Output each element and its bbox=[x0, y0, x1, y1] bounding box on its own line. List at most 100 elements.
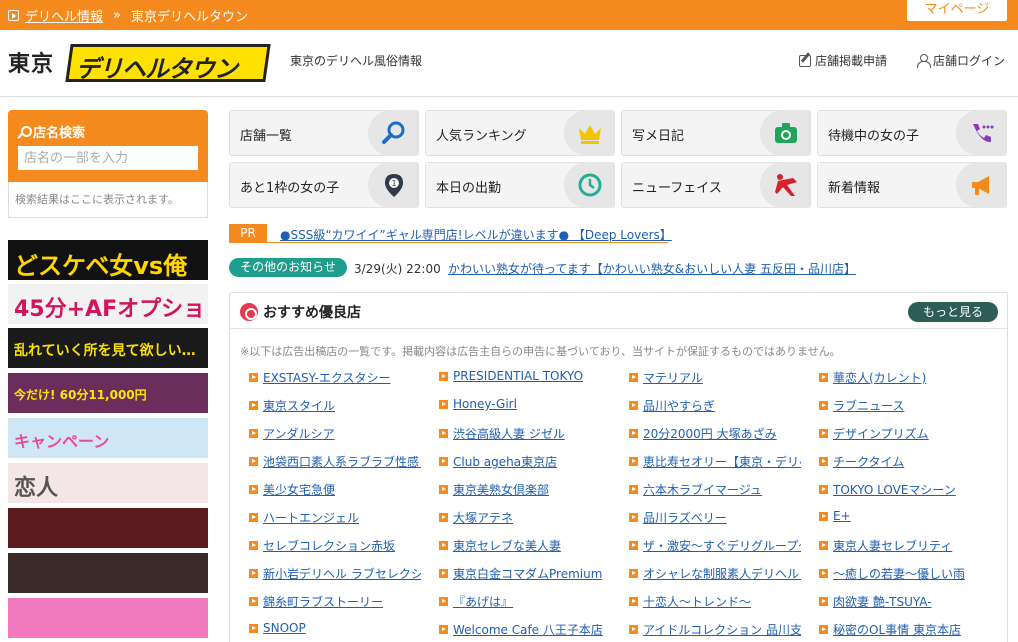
ad-banner[interactable]: どスケベ女vs俺 bbox=[8, 240, 208, 280]
store-link[interactable]: 錦糸町ラブストーリー bbox=[249, 593, 421, 610]
recommended-title: おすすめ優良店 bbox=[240, 302, 361, 322]
store-link[interactable]: オシャレな制服素人デリヘル J bbox=[629, 565, 801, 582]
store-link[interactable]: 東京白金コマダムPremium bbox=[439, 565, 611, 582]
ad-banner[interactable]: 乱れていく所を見て欲しい… bbox=[8, 328, 208, 368]
arrow-icon bbox=[249, 623, 258, 633]
arrow-icon bbox=[629, 401, 638, 410]
store-name: 六本木ラブイマージュ bbox=[643, 483, 762, 497]
store-link[interactable]: 十恋人～トレンド～ bbox=[629, 593, 801, 610]
store-link[interactable]: アイドルコレクション 品川支店 bbox=[629, 621, 801, 638]
site-logo[interactable]: デリヘルタウン bbox=[64, 38, 271, 88]
arrow-icon bbox=[819, 485, 828, 494]
store-link[interactable]: ～癒しの若妻～優しい雨 bbox=[819, 565, 991, 582]
menu-item-label: 本日の出勤 bbox=[436, 181, 502, 196]
store-link[interactable]: 渋谷高級人妻 ジゼル bbox=[439, 425, 611, 442]
store-register-label: 店舗掲載申請 bbox=[815, 54, 888, 68]
arrow-icon bbox=[249, 457, 258, 466]
store-link[interactable]: 品川ラズベリー bbox=[629, 509, 801, 526]
ad-banner-text: 乱れていく所を見て欲しい… bbox=[14, 342, 196, 359]
clock-icon bbox=[577, 172, 603, 198]
store-link[interactable]: ハートエンジェル bbox=[249, 509, 421, 526]
ad-banner-text: どスケベ女vs俺 bbox=[14, 251, 188, 280]
top-bar: デリヘル情報 » 東京デリヘルタウン マイページ bbox=[0, 0, 1018, 30]
menu-item[interactable]: 新着情報 bbox=[817, 162, 1007, 208]
menu-item[interactable]: 本日の出勤 bbox=[425, 162, 615, 208]
ad-banner[interactable]: 45分+AFオプション bbox=[8, 284, 208, 324]
store-name: Honey-Girl bbox=[453, 397, 517, 411]
store-link[interactable]: 東京人妻セレブリティ bbox=[819, 537, 991, 554]
store-link[interactable]: 東京セレブな美人妻 bbox=[439, 537, 611, 554]
store-link[interactable]: 大塚アテネ bbox=[439, 509, 611, 526]
arrow-icon bbox=[629, 541, 638, 550]
arrow-icon bbox=[629, 513, 638, 522]
store-link[interactable]: 品川やすらぎ bbox=[629, 397, 801, 414]
more-button[interactable]: もっと見る bbox=[908, 302, 998, 322]
store-link[interactable]: Welcome Cafe 八王子本店 bbox=[439, 621, 611, 638]
arrow-icon bbox=[819, 625, 828, 634]
pr-link[interactable]: ●SSS級“カワイイ”ギャル専門店!レベルが違います● 【Deep Lovers… bbox=[280, 226, 672, 243]
shop-search-panel: 店名検索 bbox=[8, 110, 208, 182]
store-link[interactable]: 池袋西口素人系ラブラブ性感 I bbox=[249, 453, 421, 470]
store-link[interactable]: 20分2000円 大塚あざみ bbox=[629, 425, 801, 442]
store-link[interactable]: 秘密のOL事情 東京本店 bbox=[819, 621, 991, 638]
store-link[interactable]: 『あげは』 bbox=[439, 593, 611, 610]
menu-item[interactable]: 写メ日記 bbox=[621, 110, 811, 156]
store-register-link[interactable]: 店舗掲載申請 bbox=[799, 52, 887, 69]
store-link[interactable]: SNOOP bbox=[249, 621, 421, 635]
camera-icon bbox=[773, 120, 799, 146]
menu-item-label: 店舗一覧 bbox=[240, 129, 293, 144]
store-link[interactable]: 恵比寿セオリー【東京・デリヘ bbox=[629, 453, 801, 470]
mypage-button[interactable]: マイページ bbox=[906, 0, 1008, 22]
arrow-icon bbox=[819, 569, 828, 578]
store-name: 東京人妻セレブリティ bbox=[833, 539, 953, 553]
store-link[interactable]: チークタイム bbox=[819, 453, 991, 470]
store-link[interactable]: ラブニュース bbox=[819, 397, 991, 414]
arrow-icon bbox=[819, 457, 828, 466]
store-name: ～癒しの若妻～優しい雨 bbox=[833, 567, 966, 581]
ad-banner[interactable]: キャンペーン bbox=[8, 418, 208, 458]
shop-search-input[interactable] bbox=[18, 146, 198, 170]
store-link[interactable]: 華恋人(カレント) bbox=[819, 369, 991, 386]
ad-banner[interactable] bbox=[8, 598, 208, 638]
store-name: E+ bbox=[833, 509, 851, 523]
store-link[interactable]: E+ bbox=[819, 509, 991, 523]
menu-item[interactable]: あと1枠の女の子 1 bbox=[229, 162, 419, 208]
store-link[interactable]: TOKYO LOVEマシーン bbox=[819, 481, 991, 498]
store-link[interactable]: セレブコレクション赤坂 bbox=[249, 537, 421, 554]
store-link[interactable]: Honey-Girl bbox=[439, 397, 611, 411]
ad-banner[interactable]: 今だけ! 60分11,000円 bbox=[8, 373, 208, 413]
ad-banner[interactable] bbox=[8, 508, 208, 548]
store-link[interactable]: 東京スタイル bbox=[249, 397, 421, 414]
crown-icon bbox=[577, 120, 603, 146]
arrow-icon bbox=[439, 371, 448, 381]
menu-item[interactable]: ニューフェイス bbox=[621, 162, 811, 208]
menu-item[interactable]: 人気ランキング bbox=[425, 110, 615, 156]
header-divider bbox=[0, 96, 1018, 97]
store-link[interactable]: アンダルシア bbox=[249, 425, 421, 442]
store-name: TOKYO LOVEマシーン bbox=[833, 483, 956, 497]
notice-link[interactable]: かわいい熟女が待ってます【かわいい熟女&おいしい人妻 五反田・品川店】 bbox=[448, 260, 856, 277]
ad-banner[interactable] bbox=[8, 553, 208, 593]
store-link[interactable]: デザインプリズム bbox=[819, 425, 991, 442]
store-name: PRESIDENTIAL TOKYO bbox=[453, 369, 584, 383]
store-name: 恵比寿セオリー【東京・デリヘ bbox=[643, 455, 801, 469]
store-link[interactable]: 六本木ラブイマージュ bbox=[629, 481, 801, 498]
store-name: ザ・激安～すぐデリグループ～ bbox=[643, 539, 801, 553]
arrow-icon bbox=[439, 399, 448, 409]
menu-item[interactable]: 待機中の女の子 bbox=[817, 110, 1007, 156]
arrow-icon bbox=[819, 541, 828, 550]
menu-item[interactable]: 店舗一覧 bbox=[229, 110, 419, 156]
store-link[interactable]: Club ageha東京店 bbox=[439, 453, 611, 470]
store-name: 大塚アテネ bbox=[453, 511, 514, 525]
store-link[interactable]: ザ・激安～すぐデリグループ～ bbox=[629, 537, 801, 554]
store-link[interactable]: マテリアル bbox=[629, 369, 801, 386]
store-link[interactable]: 新小岩デリヘル ラブセレクション bbox=[249, 565, 421, 582]
ad-banner[interactable]: 恋人 bbox=[8, 463, 208, 503]
store-login-link[interactable]: 店舗ログイン bbox=[917, 52, 1005, 69]
store-link[interactable]: 美少女宅急便 bbox=[249, 481, 421, 498]
store-link[interactable]: PRESIDENTIAL TOKYO bbox=[439, 369, 611, 383]
breadcrumb-home-link[interactable]: デリヘル情報 bbox=[25, 6, 103, 25]
store-link[interactable]: EXSTASY-エクスタシー bbox=[249, 369, 421, 386]
store-link[interactable]: 肉欲妻 艶-TSUYA- bbox=[819, 593, 991, 610]
store-link[interactable]: 東京美熟女倶楽部 bbox=[439, 481, 611, 498]
